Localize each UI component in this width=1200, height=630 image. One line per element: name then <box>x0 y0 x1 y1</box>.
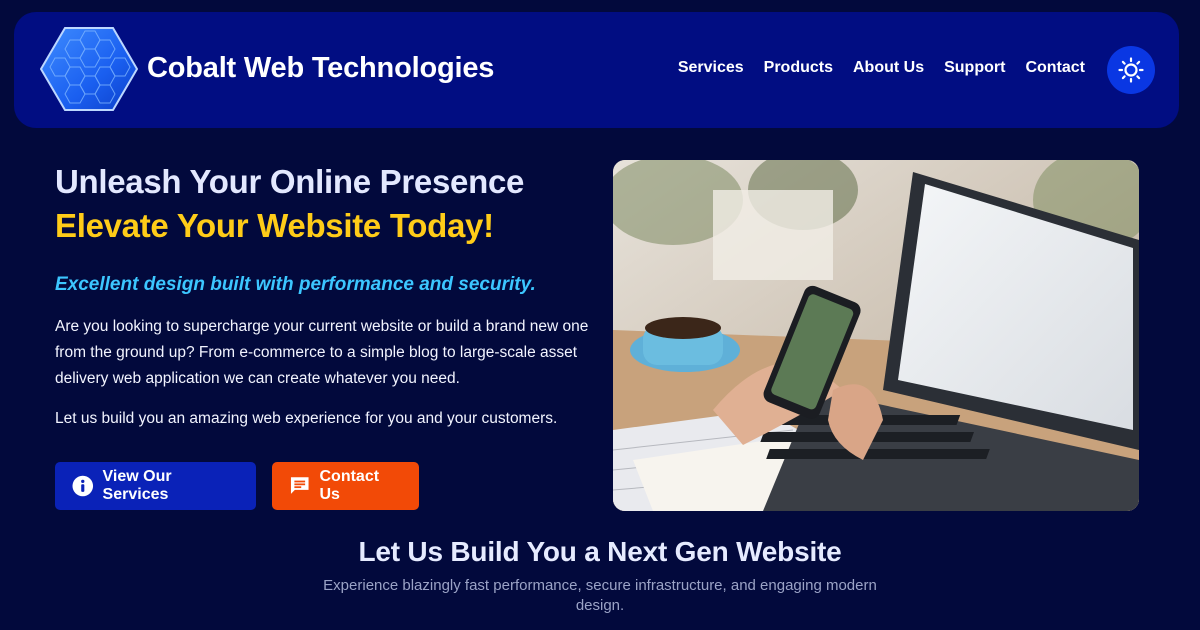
nav-services[interactable]: Services <box>678 59 744 77</box>
nav-products[interactable]: Products <box>764 59 833 77</box>
brand-name[interactable]: Cobalt Web Technologies <box>147 52 494 85</box>
hero-paragraph-1: Are you looking to supercharge your curr… <box>55 318 589 387</box>
navbar: Cobalt Web Technologies Services Product… <box>14 12 1179 128</box>
contact-us-button[interactable]: Contact Us <box>272 462 419 510</box>
contact-us-label: Contact Us <box>319 468 380 503</box>
theme-toggle-button[interactable] <box>1107 46 1155 94</box>
hero-content: Unleash Your Online Presence Elevate You… <box>55 160 595 432</box>
section-title: Let Us Build You a Next Gen Website <box>358 536 842 567</box>
laptop-phone-photo <box>613 160 1139 511</box>
view-services-label: View Our Services <box>102 468 172 503</box>
hero-title: Unleash Your Online Presence Elevate You… <box>55 160 595 248</box>
hexagon-logo-icon[interactable] <box>40 26 138 112</box>
main-nav: Services Products About Us Support Conta… <box>678 59 1085 77</box>
hero-title-line2: Elevate Your Website Today! <box>55 207 494 244</box>
hero-paragraph-2: Let us build you an amazing web experien… <box>55 410 558 427</box>
nav-contact[interactable]: Contact <box>1025 59 1085 77</box>
section-subtitle: Experience blazingly fast performance, s… <box>323 577 877 614</box>
hero-image <box>613 160 1139 511</box>
nav-about-us[interactable]: About Us <box>853 59 924 77</box>
info-icon <box>72 475 94 497</box>
nav-support[interactable]: Support <box>944 59 1005 77</box>
chat-icon <box>290 477 309 494</box>
hero-title-line1: Unleash Your Online Presence <box>55 163 525 200</box>
view-services-button[interactable]: View Our Services <box>55 462 256 510</box>
sun-icon <box>1118 57 1144 83</box>
hero-tagline: Excellent design built with performance … <box>55 274 536 295</box>
